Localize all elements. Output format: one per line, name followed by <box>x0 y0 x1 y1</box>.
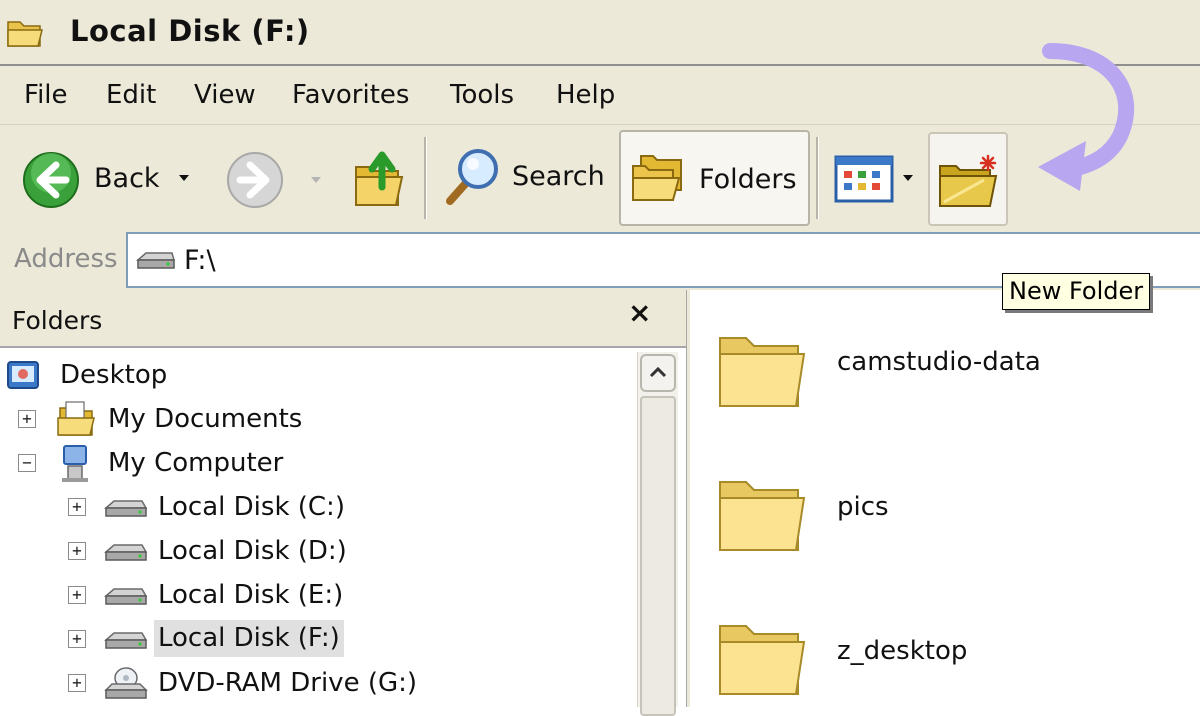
folders-label: Folders <box>699 164 797 195</box>
tree-item-my-computer[interactable]: − My Computer <box>18 444 618 484</box>
file-item-pics[interactable]: pics <box>714 464 1134 560</box>
search-button[interactable]: Search <box>438 145 608 209</box>
tree-item-label: My Computer <box>108 448 284 478</box>
file-item-camstudio-data[interactable]: camstudio-data <box>714 320 1134 416</box>
new-folder-tooltip: New Folder <box>1002 273 1151 310</box>
file-name: z_desktop <box>837 636 968 666</box>
tree-item-my-documents[interactable]: + My Documents <box>18 400 618 440</box>
folder-icon <box>719 337 806 407</box>
menu-bar: File Edit View Favorites Tools Help <box>0 66 1200 125</box>
folders-pane-title: Folders <box>12 306 103 335</box>
folders-pane: Folders × Desktop + My Documents − My Co… <box>0 290 690 716</box>
up-folder-icon[interactable] <box>352 147 408 209</box>
toolbar-separator <box>424 137 427 219</box>
menu-favorites[interactable]: Favorites <box>292 80 409 110</box>
folder-icon <box>719 625 806 695</box>
back-arrow-icon <box>23 152 79 208</box>
my-documents-icon <box>57 401 95 436</box>
toolbar-separator <box>816 137 819 219</box>
tree-item-local-disk-e[interactable]: + Local Disk (E:) <box>68 576 628 616</box>
tree-item-desktop[interactable]: Desktop <box>6 356 606 396</box>
back-label: Back <box>94 163 160 194</box>
tree-item-label: Local Disk (D:) <box>158 536 347 566</box>
expand-plus-icon[interactable]: + <box>68 630 86 648</box>
menu-file[interactable]: File <box>24 80 68 110</box>
tree-item-local-disk-d[interactable]: + Local Disk (D:) <box>68 532 628 572</box>
chevron-up-icon <box>649 366 667 378</box>
expand-plus-icon[interactable]: + <box>68 674 86 692</box>
menu-edit[interactable]: Edit <box>106 80 156 110</box>
dvd-drive-icon <box>104 667 148 699</box>
close-icon[interactable]: × <box>628 296 651 329</box>
tree-item-local-disk-f[interactable]: + Local Disk (F:) <box>68 620 628 660</box>
drive-icon <box>104 500 148 517</box>
file-name: camstudio-data <box>837 347 1041 377</box>
magnifier-search-icon <box>446 149 498 205</box>
collapse-minus-icon[interactable]: − <box>18 454 36 472</box>
tree-item-label: My Documents <box>108 404 303 434</box>
file-item-z-desktop[interactable]: z_desktop <box>714 608 1134 704</box>
tree-item-label-selected: Local Disk (F:) <box>154 620 344 657</box>
folders-button[interactable]: Folders <box>619 130 810 226</box>
folders-scrollbar[interactable] <box>637 352 678 716</box>
tree-item-label: Local Disk (E:) <box>158 580 344 610</box>
expand-plus-icon[interactable]: + <box>18 410 36 428</box>
tree-item-dvd-ram-drive-g[interactable]: + DVD-RAM Drive (G:) <box>68 664 628 704</box>
views-button[interactable] <box>834 155 920 205</box>
new-folder-icon <box>939 154 998 207</box>
views-dropdown-icon[interactable] <box>902 173 914 183</box>
drive-icon <box>104 632 148 649</box>
menu-view[interactable]: View <box>194 80 256 110</box>
new-folder-button[interactable] <box>928 132 1008 226</box>
back-button[interactable]: Back <box>20 147 220 208</box>
drive-icon <box>104 588 148 605</box>
folders-icon <box>632 155 682 201</box>
back-dropdown-icon[interactable] <box>178 173 190 183</box>
drive-icon <box>136 252 175 269</box>
tree-item-local-disk-c[interactable]: + Local Disk (C:) <box>68 488 628 528</box>
expand-plus-icon[interactable]: + <box>68 498 86 516</box>
forward-dropdown-icon <box>311 177 321 183</box>
tree-item-label: Local Disk (C:) <box>158 492 345 522</box>
scroll-thumb[interactable] <box>640 396 676 716</box>
folders-pane-header: Folders × <box>0 290 686 348</box>
menu-help[interactable]: Help <box>556 80 615 110</box>
toolbar: Back Search Folders <box>0 43 1200 231</box>
expand-plus-icon[interactable]: + <box>68 542 86 560</box>
menu-tools[interactable]: Tools <box>450 80 514 110</box>
expand-plus-icon[interactable]: + <box>68 586 86 604</box>
address-value: F:\ <box>184 245 216 276</box>
tree-item-label: Desktop <box>60 360 168 390</box>
file-list-pane: camstudio-data pics z_desktop <box>690 290 1200 707</box>
tree-item-label: DVD-RAM Drive (G:) <box>158 668 418 698</box>
my-computer-icon <box>62 445 88 482</box>
drive-icon <box>104 544 148 561</box>
views-icon <box>834 155 894 203</box>
annotation-curved-arrow-icon <box>1038 43 1135 191</box>
forward-arrow-icon <box>227 152 283 208</box>
desktop-icon <box>7 361 39 389</box>
file-name: pics <box>837 492 889 522</box>
search-label: Search <box>512 161 605 192</box>
scroll-up-button[interactable] <box>640 354 676 392</box>
folder-icon <box>719 481 806 551</box>
title-bar: Local Disk (F:) <box>0 0 1200 66</box>
address-label: Address <box>14 244 118 274</box>
window-title: Local Disk (F:) <box>70 14 310 48</box>
folder-window-icon <box>7 21 43 47</box>
forward-button[interactable] <box>226 151 326 211</box>
